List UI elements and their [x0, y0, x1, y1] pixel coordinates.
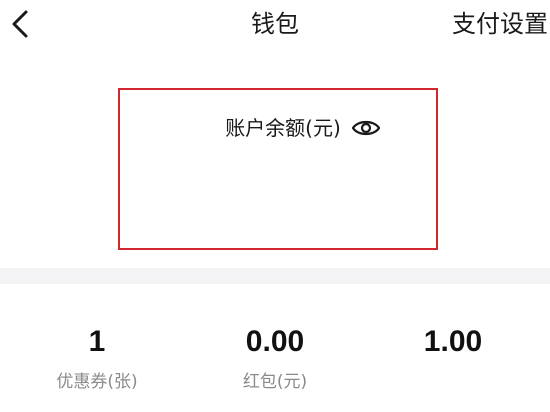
back-button[interactable]	[4, 4, 40, 44]
stat-label: 红包(元)	[242, 372, 308, 392]
stat-value: 0.00	[245, 325, 305, 358]
wallet-stats-row: 1 优惠券(张) 0.00 红包(元) 1.00	[0, 320, 550, 412]
stat-red-packets[interactable]: 0.00 红包(元)	[200, 320, 350, 394]
stat-label: 优惠券(张)	[56, 372, 138, 392]
account-balance-card: 账户余额(元)	[118, 88, 438, 250]
chevron-left-icon	[12, 10, 28, 38]
payment-settings-link[interactable]: 支付设置	[452, 8, 548, 40]
stat-value: 1	[88, 325, 106, 358]
stat-value: 1.00	[423, 325, 483, 358]
section-divider	[0, 268, 550, 284]
balance-label: 账户余额(元)	[225, 116, 341, 140]
top-nav-bar: 钱包 支付设置	[0, 0, 550, 50]
balance-label-row: 账户余额(元)	[120, 114, 436, 142]
stat-third[interactable]: 1.00	[378, 320, 528, 370]
balance-visibility-toggle[interactable]	[351, 117, 381, 139]
eye-icon	[351, 120, 380, 136]
stat-coupons[interactable]: 1 优惠券(张)	[22, 320, 172, 394]
